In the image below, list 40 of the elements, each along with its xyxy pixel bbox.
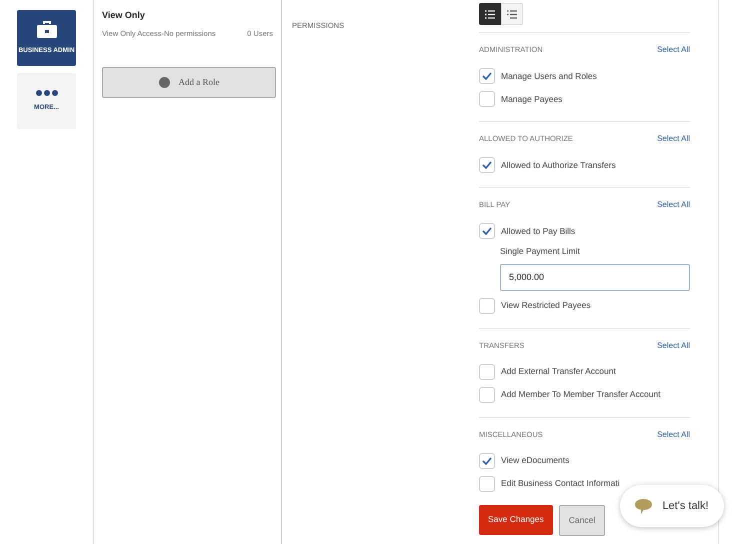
permission-label: Allowed to Pay Bills <box>501 224 576 238</box>
permission-label: Manage Users and Roles <box>501 70 597 82</box>
limit-label: Single Payment Limit <box>500 245 581 258</box>
permission-label: Manage Payees <box>501 92 562 106</box>
permission-label: View Restricted Payees <box>501 299 591 312</box>
add-role-button[interactable]: Add a Role <box>102 66 276 98</box>
save-changes-button[interactable]: Save Changes <box>479 504 553 535</box>
checkmark-icon <box>482 227 492 235</box>
cancel-button[interactable]: Cancel <box>558 504 606 536</box>
checkbox[interactable] <box>479 452 495 469</box>
permission-label: View eDocuments <box>501 454 570 468</box>
select-all-link[interactable]: Select All <box>657 44 690 56</box>
more-dots-icon <box>36 90 58 96</box>
checkbox[interactable] <box>479 476 495 492</box>
checkbox[interactable] <box>479 157 495 173</box>
permission-label: Edit Business Contact Informati <box>501 477 620 490</box>
checkbox[interactable] <box>479 223 495 239</box>
select-all-link[interactable]: Select All <box>657 428 690 441</box>
indented-list-icon <box>507 10 517 18</box>
select-all-link[interactable]: Select All <box>657 133 690 145</box>
view-toggle-button[interactable] <box>479 3 501 25</box>
checkmark-icon <box>482 161 492 169</box>
select-all-link[interactable]: Select All <box>657 340 690 352</box>
checkbox[interactable] <box>479 298 495 314</box>
permission-label: Allowed to Authorize Transfers <box>501 158 616 172</box>
list-icon <box>485 10 495 18</box>
checkbox[interactable] <box>479 386 495 403</box>
permission-label: Add External Transfer Account <box>501 365 616 378</box>
checkbox[interactable] <box>479 91 495 107</box>
checkmark-icon <box>482 456 492 465</box>
checkmark-icon <box>482 72 492 80</box>
select-all-link[interactable]: Select All <box>657 199 690 211</box>
briefcase-icon <box>36 21 56 40</box>
chat-bubble[interactable]: Let's talk! <box>620 485 724 527</box>
role-name: View Only <box>102 9 146 22</box>
payment-limit-field[interactable]: 5,000.00 <box>500 264 690 291</box>
checkbox[interactable] <box>479 68 495 84</box>
speech-bubble-icon <box>635 498 652 514</box>
permission-label: Add Member To Member Transfer Account <box>501 388 661 402</box>
checkbox[interactable] <box>479 364 495 380</box>
